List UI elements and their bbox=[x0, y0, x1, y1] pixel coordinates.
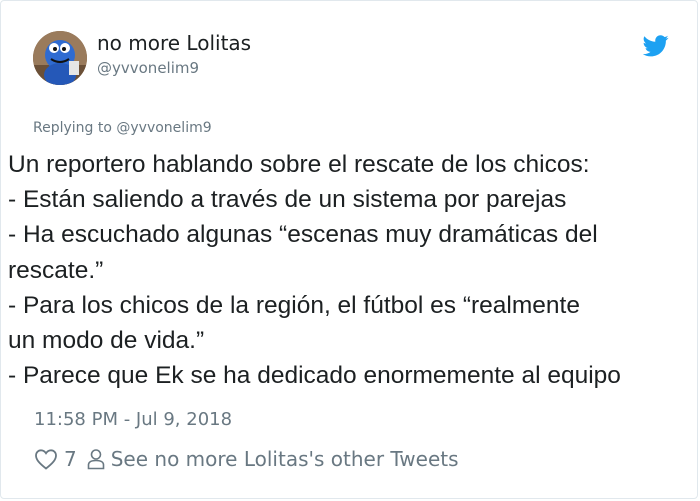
tweet-actions: 7 See no more Lolitas's other Tweets bbox=[34, 445, 459, 473]
tweet-text-line: - Para los chicos de la región, el fútbo… bbox=[8, 291, 580, 319]
like-count: 7 bbox=[64, 447, 77, 471]
user-icon bbox=[87, 449, 105, 470]
avatar-image bbox=[33, 31, 87, 85]
other-tweets-link[interactable]: See no more Lolitas's other Tweets bbox=[111, 447, 459, 471]
tweet-text: Un reportero hablando sobre el rescate d… bbox=[8, 147, 698, 393]
tweet-text-line: rescate.” bbox=[8, 256, 104, 284]
tweet-text-line: Un reportero hablando sobre el rescate d… bbox=[8, 151, 590, 178]
tweet-card: no more Lolitas @yvvonelim9 Replying to … bbox=[0, 0, 698, 499]
display-name[interactable]: no more Lolitas bbox=[97, 31, 251, 55]
tweet-timestamp[interactable]: 11:58 PM - Jul 9, 2018 bbox=[34, 409, 232, 430]
user-handle[interactable]: @yvvonelim9 bbox=[97, 59, 199, 77]
twitter-bird-icon[interactable] bbox=[643, 35, 669, 57]
tweet-text-line: - Ha escuchado algunas “escenas muy dram… bbox=[8, 221, 598, 249]
tweet-text-line: - Están saliendo a través de un sistema … bbox=[8, 186, 567, 214]
heart-icon[interactable] bbox=[34, 448, 58, 470]
reply-context: Replying to @yvvonelim9 bbox=[33, 120, 212, 136]
reply-handle-link[interactable]: @yvvonelim9 bbox=[116, 120, 211, 136]
tweet-text-line: un modo de vida.” bbox=[8, 327, 205, 355]
tweet-text-line: - Parece que Ek se ha dedicado enormemen… bbox=[8, 362, 621, 390]
avatar[interactable] bbox=[33, 31, 87, 85]
reply-prefix: Replying to bbox=[33, 120, 112, 136]
